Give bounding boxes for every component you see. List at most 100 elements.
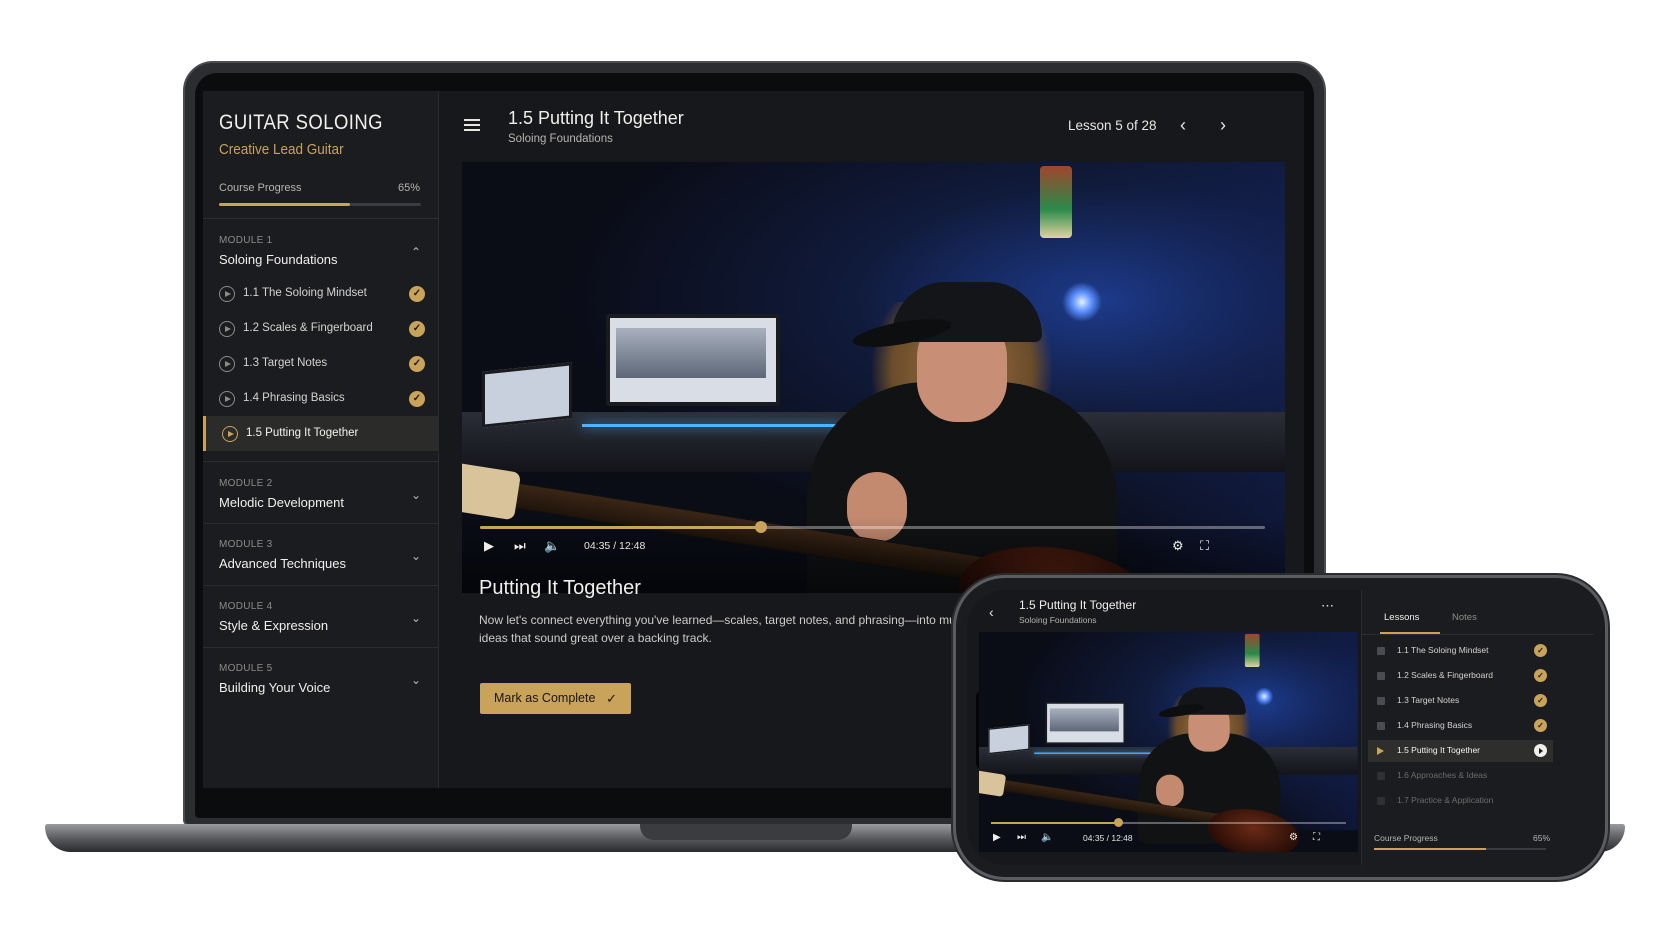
course-progress-value: 65% [397, 182, 420, 194]
mobile-lesson-item[interactable]: 1.3 Target Notes ✓ [1368, 690, 1553, 712]
module-number: MODULE 2 [219, 478, 273, 489]
mobile-progress-label: Course Progress [1374, 833, 1438, 843]
lesson-label: 1.4 Phrasing Basics [243, 392, 345, 404]
play-circle-icon [1534, 744, 1547, 757]
mobile-progress-fill [1374, 848, 1486, 850]
mobile-lessons-panel: Lessons Notes 1.1 The Soloing Mindset ✓ … [1361, 590, 1594, 865]
lesson-counter: Lesson 5 of 28 [1068, 118, 1157, 133]
check-circle-icon: ✓ [1534, 719, 1547, 732]
chevron-down-icon[interactable]: ⌄ [409, 611, 423, 625]
chevron-left-icon[interactable]: ‹ [1172, 114, 1194, 136]
lesson-label: 1.2 Scales & Fingerboard [1397, 670, 1493, 680]
mobile-video-scene [979, 632, 1358, 852]
lesson-label: 1.4 Phrasing Basics [1397, 720, 1473, 730]
mobile-lesson-title: 1.5 Putting It Together [1019, 598, 1137, 612]
check-circle-icon: ✓ [409, 391, 425, 407]
module-title: Advanced Techniques [219, 556, 346, 571]
mobile-lesson-item-current[interactable]: 1.5 Putting It Together [1368, 740, 1553, 762]
mobile-lesson-item[interactable]: 1.1 The Soloing Mindset ✓ [1368, 640, 1553, 662]
more-horizontal-icon[interactable]: ⋯ [1321, 598, 1335, 614]
play-icon[interactable]: ▶ [484, 538, 494, 554]
mobile-seek-handle[interactable] [1113, 818, 1123, 827]
course-title: GUITAR SOLOING [219, 111, 383, 134]
module-3-header[interactable]: MODULE 3 Advanced Techniques ⌄ [203, 523, 439, 585]
chevron-right-icon[interactable]: › [1212, 114, 1234, 136]
lesson-square-icon [1377, 672, 1385, 680]
video-seek-fill [480, 526, 762, 529]
mobile-lesson-item[interactable]: 1.4 Phrasing Basics ✓ [1368, 715, 1553, 737]
module-number: MODULE 1 [219, 235, 273, 246]
video-seek-bar[interactable] [480, 521, 1265, 533]
fullscreen-icon[interactable]: ⛶ [1313, 832, 1320, 843]
skip-next-icon[interactable]: ⏭ [1017, 832, 1026, 843]
tab-notes[interactable]: Notes [1452, 612, 1477, 623]
chevron-down-icon[interactable]: ⌄ [409, 488, 423, 502]
divider [1362, 634, 1594, 635]
mobile-app: ‹ 1.5 Putting It Together Soloing Founda… [967, 590, 1594, 865]
lesson-item-1-4[interactable]: 1.4 Phrasing Basics ✓ [203, 381, 439, 416]
lesson-item-1-2[interactable]: 1.2 Scales & Fingerboard ✓ [203, 311, 439, 346]
check-circle-icon: ✓ [1534, 669, 1547, 682]
course-progress-bar [219, 203, 421, 206]
product-mockup: GUITAR SOLOING Creative Lead Guitar Cour… [0, 0, 1672, 941]
skip-next-icon[interactable]: ⏭ [514, 538, 526, 554]
course-progress-fill [219, 203, 351, 206]
lesson-square-icon [1377, 697, 1385, 705]
hamburger-icon[interactable] [464, 119, 480, 131]
chevron-left-icon[interactable]: ‹ [989, 604, 994, 620]
mobile-lesson-item[interactable]: 1.7 Practice & Application [1368, 790, 1553, 812]
video-seek-handle[interactable] [755, 521, 768, 533]
module-number: MODULE 4 [219, 601, 273, 612]
mobile-lesson-item[interactable]: 1.6 Approaches & Ideas [1368, 765, 1553, 787]
laptop-notch [640, 824, 852, 840]
settings-icon[interactable]: ⚙ [1289, 832, 1298, 843]
lesson-module: Soloing Foundations [508, 133, 613, 145]
lesson-label: 1.1 The Soloing Mindset [243, 287, 367, 299]
mobile-video-player[interactable]: ▶ ⏭ 🔈 04:35 / 12:48 ⚙ ⛶ [979, 632, 1358, 852]
video-scene [606, 314, 780, 406]
chevron-up-icon[interactable]: ⌃ [409, 245, 423, 259]
chevron-down-icon[interactable]: ⌄ [409, 549, 423, 563]
play-triangle-icon [1377, 747, 1384, 755]
play-circle-icon [219, 356, 235, 372]
tab-lessons[interactable]: Lessons [1384, 612, 1419, 623]
play-icon[interactable]: ▶ [993, 832, 1001, 843]
lesson-item-1-1[interactable]: 1.1 The Soloing Mindset ✓ [203, 276, 439, 311]
mobile-video-time: 04:35 / 12:48 [1083, 833, 1133, 843]
mark-complete-label: Mark as Complete [494, 691, 596, 705]
play-circle-icon [219, 286, 235, 302]
fullscreen-icon[interactable]: ⛶ [1200, 538, 1209, 554]
mobile-seek-bar[interactable] [991, 818, 1346, 827]
lesson-label: 1.6 Approaches & Ideas [1397, 770, 1488, 780]
module-1-header[interactable]: MODULE 1 Soloing Foundations ⌃ [203, 219, 439, 281]
lesson-square-icon [1377, 772, 1385, 780]
module-number: MODULE 3 [219, 539, 273, 550]
lesson-label: 1.7 Practice & Application [1397, 795, 1494, 805]
volume-icon[interactable]: 🔈 [1041, 832, 1053, 843]
play-circle-icon [219, 321, 235, 337]
volume-icon[interactable]: 🔈 [544, 538, 560, 554]
module-number: MODULE 5 [219, 663, 273, 674]
mobile-lesson-module: Soloing Foundations [1019, 615, 1097, 625]
video-player[interactable]: ▶ ⏭ 🔈 04:35 / 12:48 ⚙ ⛶ [462, 162, 1285, 593]
module-4-header[interactable]: MODULE 4 Style & Expression ⌄ [203, 585, 439, 647]
lesson-item-1-5[interactable]: 1.5 Putting It Together [203, 416, 439, 451]
mark-complete-button[interactable]: Mark as Complete ✓ [480, 683, 631, 714]
lesson-title: 1.5 Putting It Together [508, 108, 684, 128]
module-5-header[interactable]: MODULE 5 Building Your Voice ⌄ [203, 647, 439, 709]
module-2-header[interactable]: MODULE 2 Melodic Development ⌄ [203, 462, 439, 524]
lesson-label: 1.5 Putting It Together [1397, 745, 1481, 755]
check-icon: ✓ [606, 691, 617, 706]
lesson-item-1-3[interactable]: 1.3 Target Notes ✓ [203, 346, 439, 381]
settings-icon[interactable]: ⚙ [1172, 538, 1184, 554]
mobile-lesson-item[interactable]: 1.2 Scales & Fingerboard ✓ [1368, 665, 1553, 687]
course-progress-label: Course Progress [219, 182, 302, 194]
lesson-label: 1.2 Scales & Fingerboard [243, 322, 373, 334]
mobile-seek-fill [991, 822, 1119, 824]
video-scene [482, 362, 572, 428]
video-scene [1040, 166, 1072, 238]
chevron-down-icon[interactable]: ⌄ [409, 673, 423, 687]
check-circle-icon: ✓ [409, 356, 425, 372]
mobile-progress-bar [1374, 848, 1546, 850]
module-title: Melodic Development [219, 495, 345, 510]
